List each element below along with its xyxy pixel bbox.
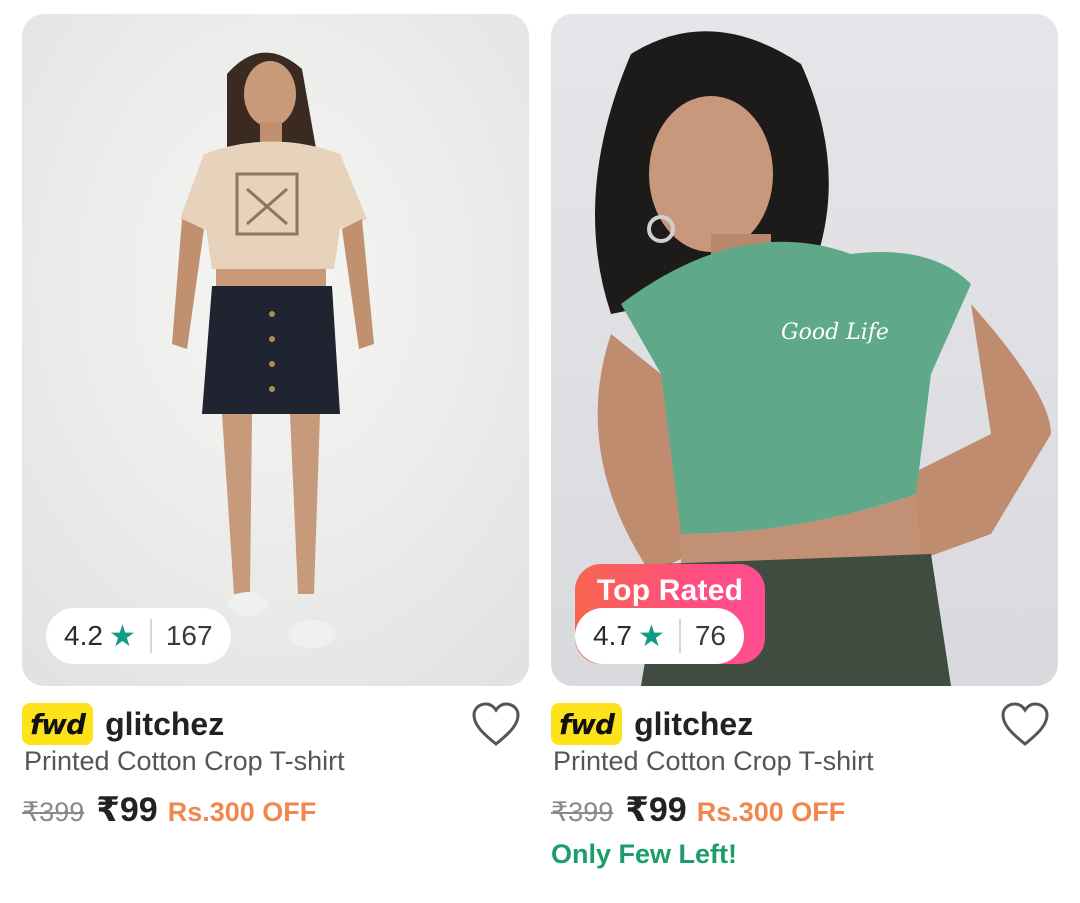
wishlist-heart-icon[interactable] bbox=[471, 702, 521, 748]
shirt-print: Good Life bbox=[781, 320, 889, 345]
fwd-tag: fwd bbox=[551, 703, 623, 745]
rating-pill: 4.7 ★ 76 bbox=[575, 608, 744, 664]
rating-divider bbox=[678, 619, 681, 653]
selling-price: ₹99 bbox=[96, 791, 158, 829]
model-photo bbox=[22, 14, 529, 686]
rating-badge: 4.2 ★ 167 bbox=[46, 608, 231, 664]
rating-pill: 4.2 ★ 167 bbox=[46, 608, 231, 664]
brand-row: fwd glitchez bbox=[22, 702, 224, 746]
fwd-tag: fwd bbox=[22, 703, 94, 745]
price-row: ₹399 ₹99 Rs.300 OFF bbox=[22, 790, 316, 830]
selling-price: ₹99 bbox=[625, 791, 687, 829]
product-title: Printed Cotton Crop T-shirt bbox=[24, 746, 345, 776]
mrp-price: ₹399 bbox=[551, 797, 614, 827]
rating-score: 4.7 bbox=[593, 620, 632, 651]
product-image[interactable]: Good Life Top Rated 4.7 ★ 76 bbox=[551, 14, 1058, 686]
discount-label: Rs.300 OFF bbox=[167, 797, 317, 827]
brand-name: glitchez bbox=[634, 705, 754, 742]
brand-row: fwd glitchez bbox=[551, 702, 753, 746]
rating-count: 76 bbox=[694, 620, 726, 651]
product-image[interactable]: 4.2 ★ 167 bbox=[22, 14, 529, 686]
star-icon: ★ bbox=[637, 619, 665, 653]
wishlist-heart-icon[interactable] bbox=[1000, 702, 1050, 748]
brand-name: glitchez bbox=[105, 705, 225, 742]
rating-score: 4.2 bbox=[64, 620, 103, 651]
price-row: ₹399 ₹99 Rs.300 OFF bbox=[551, 790, 845, 830]
product-card[interactable]: Good Life Top Rated 4.7 ★ 76 fwd glitche… bbox=[551, 14, 1058, 894]
star-icon: ★ bbox=[108, 619, 136, 653]
product-title: Printed Cotton Crop T-shirt bbox=[553, 746, 874, 776]
product-card[interactable]: 4.2 ★ 167 fwd glitchez Printed Cotton Cr… bbox=[22, 14, 529, 894]
mrp-price: ₹399 bbox=[22, 797, 85, 827]
discount-label: Rs.300 OFF bbox=[696, 797, 846, 827]
rating-count: 167 bbox=[165, 620, 213, 651]
rating-badge: Top Rated 4.7 ★ 76 bbox=[575, 564, 765, 664]
stock-status: Only Few Left! bbox=[551, 839, 738, 869]
rating-divider bbox=[149, 619, 152, 653]
